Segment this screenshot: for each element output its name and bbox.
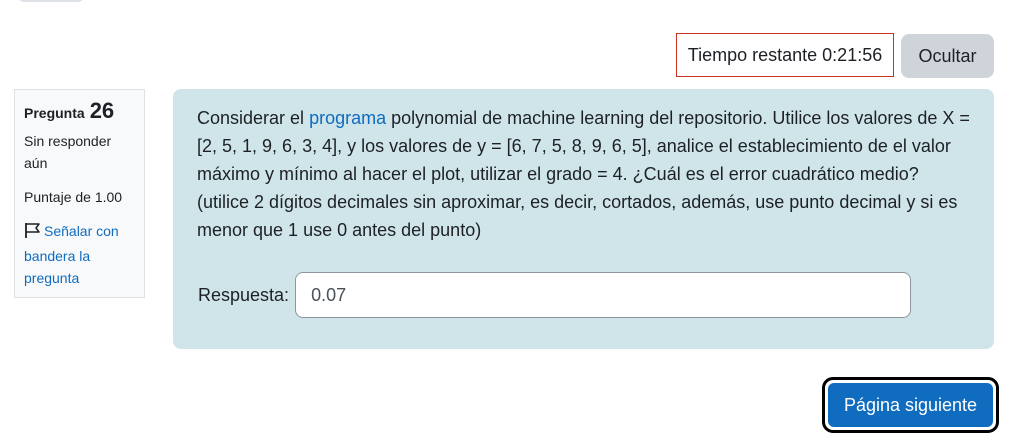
answer-input[interactable] — [295, 272, 912, 318]
question-number: 26 — [89, 98, 115, 123]
time-remaining-box: Tiempo restante 0:21:56 — [676, 33, 894, 77]
question-word: Pregunta — [24, 105, 85, 121]
top-nav-button-partial[interactable] — [18, 0, 84, 2]
question-content: Considerar el programa polynomial de mac… — [173, 89, 994, 349]
question-text: Considerar el programa polynomial de mac… — [197, 104, 970, 244]
program-link[interactable]: programa — [309, 108, 386, 128]
next-page-focus-ring: Página siguiente — [822, 377, 999, 433]
flag-outline-icon — [24, 222, 41, 245]
flag-question-link[interactable]: Señalar con bandera la pregunta — [24, 220, 135, 289]
question-grade: Puntaje de 1.00 — [24, 189, 123, 205]
timer-label: Tiempo restante — [687, 44, 818, 65]
question-info-panel: Pregunta 26 Sin responder aún Puntaje de… — [14, 89, 145, 298]
question-text-start: Considerar el — [197, 108, 310, 128]
next-page-button[interactable]: Página siguiente — [828, 383, 993, 427]
question-state: Sin responder aún — [24, 133, 112, 171]
question-number-heading: Pregunta 26 — [24, 100, 135, 124]
timer-value: 0:21:56 — [822, 44, 883, 65]
hide-timer-button[interactable]: Ocultar — [901, 34, 994, 78]
quiz-page: Tiempo restante 0:21:56 Ocultar Pregunta… — [0, 0, 1033, 445]
answer-row: Respuesta: — [198, 272, 912, 318]
answer-label: Respuesta: — [198, 284, 290, 305]
